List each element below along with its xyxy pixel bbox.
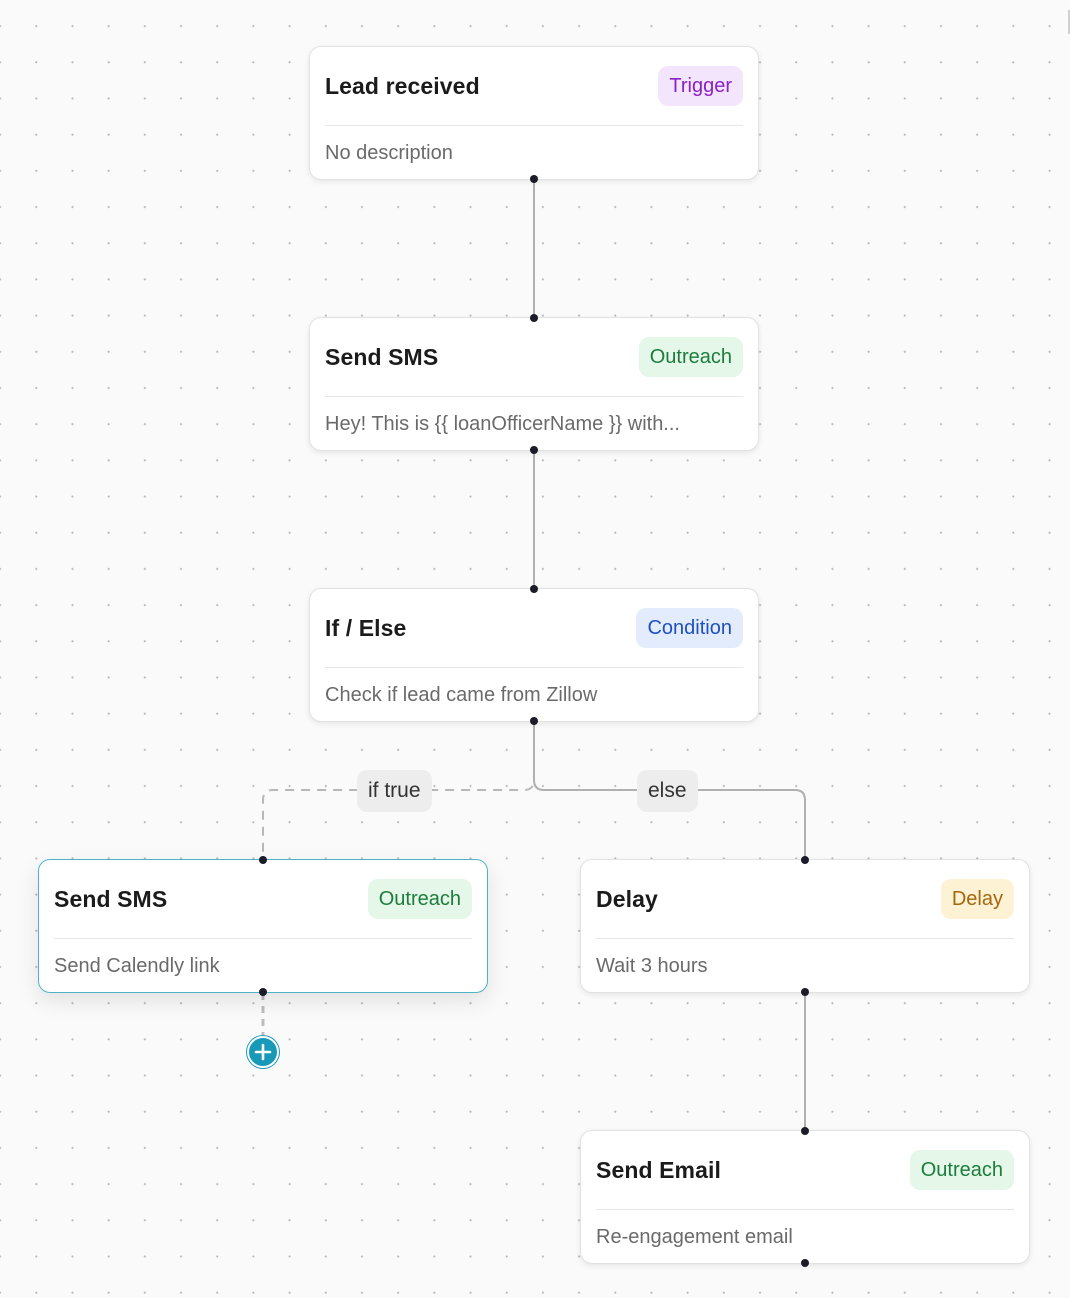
node-lead-received[interactable]: Lead received Trigger No description xyxy=(309,46,759,183)
edge-label-if-true[interactable]: if true xyxy=(357,770,432,812)
node-description: Re-engagement email xyxy=(596,1225,793,1248)
node-description: Wait 3 hours xyxy=(596,954,708,977)
output-handle[interactable] xyxy=(801,988,809,996)
node-title: Send SMS xyxy=(54,885,168,912)
node-delay[interactable]: Delay Delay Wait 3 hours xyxy=(580,856,1030,996)
output-handle[interactable] xyxy=(259,988,267,996)
node-send-email[interactable]: Send Email Outreach Re-engagement email xyxy=(580,1127,1030,1267)
input-handle[interactable] xyxy=(801,856,809,864)
node-title: Lead received xyxy=(325,72,480,99)
node-header: If / Else Condition xyxy=(325,589,743,668)
workflow-canvas[interactable]: Lead received Trigger No description Sen… xyxy=(0,0,1070,1298)
node-type-badge: Outreach xyxy=(638,337,743,377)
node-description: Check if lead came from Zillow xyxy=(325,683,598,706)
add-step-button[interactable] xyxy=(247,1036,279,1068)
node-header: Send SMS Outreach xyxy=(325,318,743,397)
plus-icon xyxy=(254,1043,272,1061)
node-if-else[interactable]: If / Else Condition Check if lead came f… xyxy=(309,585,759,725)
node-type-badge: Delay xyxy=(940,879,1014,919)
output-handle[interactable] xyxy=(530,446,538,454)
node-title: Delay xyxy=(596,885,658,912)
node-header: Send Email Outreach xyxy=(596,1131,1014,1210)
node-header: Delay Delay xyxy=(596,860,1014,939)
node-description: No description xyxy=(325,141,453,164)
node-type-badge: Condition xyxy=(636,608,743,648)
input-handle[interactable] xyxy=(530,314,538,322)
node-send-sms-calendly[interactable]: Send SMS Outreach Send Calendly link xyxy=(38,856,488,996)
input-handle[interactable] xyxy=(530,585,538,593)
node-header: Send SMS Outreach xyxy=(54,860,472,939)
edge-label-else[interactable]: else xyxy=(637,770,698,812)
node-title: If / Else xyxy=(325,614,407,641)
node-description: Hey! This is {{ loanOfficerName }} with.… xyxy=(325,412,680,435)
node-title: Send SMS xyxy=(325,343,439,370)
node-header: Lead received Trigger xyxy=(325,47,743,126)
output-handle[interactable] xyxy=(801,1259,809,1267)
input-handle[interactable] xyxy=(801,1127,809,1135)
node-send-sms[interactable]: Send SMS Outreach Hey! This is {{ loanOf… xyxy=(309,314,759,454)
node-type-badge: Outreach xyxy=(367,879,472,919)
node-type-badge: Outreach xyxy=(909,1150,1014,1190)
output-handle[interactable] xyxy=(530,717,538,725)
output-handle[interactable] xyxy=(530,175,538,183)
node-description: Send Calendly link xyxy=(54,954,220,977)
node-title: Send Email xyxy=(596,1156,721,1183)
input-handle[interactable] xyxy=(259,856,267,864)
node-type-badge: Trigger xyxy=(658,66,743,106)
